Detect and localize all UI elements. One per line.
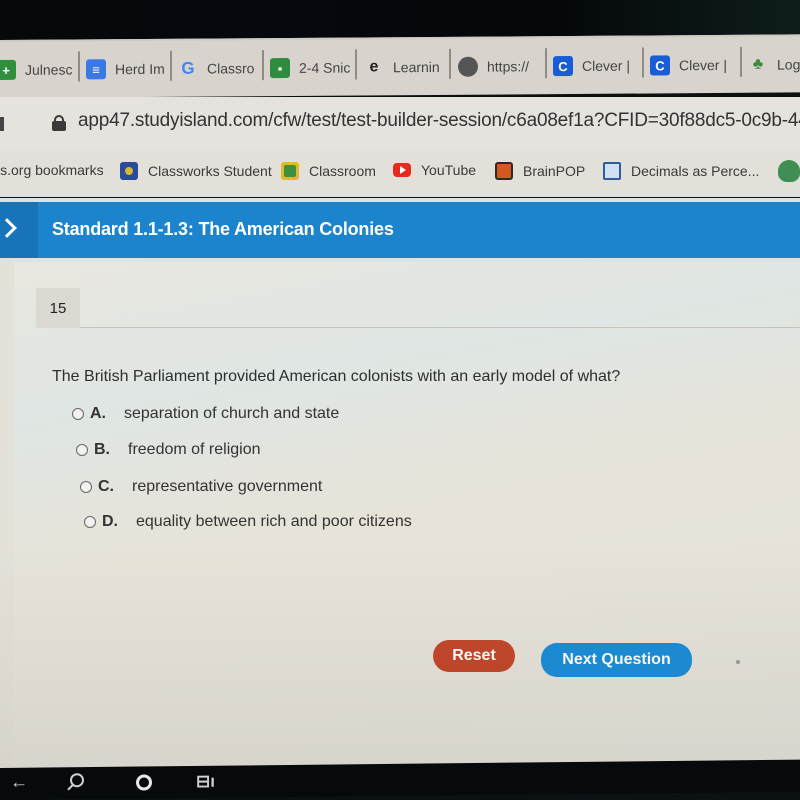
option-text: freedom of religion [128, 441, 261, 458]
radio-button[interactable] [80, 481, 92, 493]
option-text: separation of church and state [124, 405, 340, 422]
page-title: Standard 1.1-1.3: The American Colonies [52, 219, 394, 239]
tab-divider [170, 50, 172, 81]
url-text[interactable]: app47.studyisland.com/cfw/test/test-buil… [78, 110, 800, 132]
globe-icon [458, 56, 478, 77]
bookmark-brainpop[interactable]: BrainPOP [495, 162, 585, 180]
tab-clever-2[interactable]: C Clever | [650, 51, 736, 80]
tab-divider [740, 46, 742, 77]
bookmark-label: YouTube [421, 162, 477, 178]
bookmark-label: Classroom [309, 163, 376, 179]
tab-label: Log [777, 56, 800, 73]
question-text: The British Parliament provided American… [52, 368, 621, 385]
palm-tree-icon: ♣ [752, 55, 764, 73]
bookmark-decimals[interactable]: Decimals as Perce... [603, 162, 759, 180]
option-c[interactable]: C. representative government [80, 478, 322, 496]
search-icon[interactable] [70, 773, 84, 788]
address-bar[interactable]: app47.studyisland.com/cfw/test/test-buil… [0, 97, 800, 151]
tab-label: https:// [487, 58, 530, 75]
option-letter: A. [90, 405, 106, 422]
option-text: equality between rich and poor citizens [136, 513, 412, 530]
tab-https[interactable]: https:// [458, 52, 542, 81]
reload-icon[interactable] [0, 117, 4, 131]
question-panel: 15 The British Parliament provided Ameri… [14, 262, 800, 770]
option-a[interactable]: A. separation of church and state [72, 405, 339, 423]
tab-divider [262, 50, 264, 81]
bookmark-label: BrainPOP [523, 163, 586, 179]
sidebar-toggle-button[interactable] [0, 202, 38, 258]
google-docs-icon: ≡ [86, 59, 106, 80]
tab-julnesc[interactable]: + Julnesc [0, 55, 72, 84]
option-text: representative government [132, 478, 323, 495]
tab-divider [78, 51, 80, 82]
tab-classroom[interactable]: G Classro [178, 54, 256, 83]
tab-divider [449, 48, 451, 79]
frog-bookmark-icon[interactable] [778, 160, 800, 182]
classworks-icon [120, 162, 138, 180]
standard-header: Standard 1.1-1.3: The American Colonies [0, 202, 800, 258]
bookmark-youtube[interactable]: YouTube [393, 162, 476, 178]
bookmark-classworks[interactable]: Classworks Student [120, 162, 272, 180]
option-d[interactable]: D. equality between rich and poor citize… [84, 513, 412, 531]
bookmark-label: ls.org bookmarks [0, 162, 104, 178]
browser-tab-strip: + Julnesc ≡ Herd Im G Classro ▪ 2-4 Snic… [0, 34, 800, 98]
chevron-right-icon [0, 218, 17, 238]
sheets-plus-icon: + [0, 59, 16, 81]
tab-label: Clever | [582, 57, 630, 74]
radio-button[interactable] [76, 444, 88, 456]
tab-log[interactable]: ♣ Log [748, 50, 800, 78]
question-number: 15 [36, 288, 80, 328]
radio-button[interactable] [72, 408, 84, 420]
option-letter: C. [98, 478, 114, 495]
next-question-button[interactable]: Next Question [541, 643, 692, 677]
bookmarks-bar: ls.org bookmarks Classworks Student Clas… [0, 151, 800, 197]
back-arrow-icon[interactable]: ← [10, 772, 28, 793]
bookmark-classroom[interactable]: Classroom [281, 162, 376, 180]
clever-icon: C [553, 55, 573, 77]
radio-button[interactable] [84, 516, 96, 528]
screen-speck [736, 660, 740, 664]
youtube-icon [393, 163, 411, 177]
bookmark-label: Decimals as Perce... [631, 163, 760, 179]
book-icon [603, 162, 621, 180]
option-letter: B. [94, 441, 110, 458]
tab-herd[interactable]: ≡ Herd Im [86, 55, 164, 84]
tab-label: Learnin [393, 58, 440, 76]
lock-icon[interactable] [52, 115, 66, 131]
google-classroom-icon: ▪ [270, 57, 290, 79]
tab-divider [642, 47, 644, 78]
option-letter: D. [102, 513, 118, 530]
option-b[interactable]: B. freedom of religion [76, 441, 261, 459]
tab-learning[interactable]: e Learnin [364, 53, 442, 82]
tab-clever-1[interactable]: C Clever | [553, 52, 639, 81]
tab-label: Julnesc [25, 61, 72, 78]
question-number-row: 15 [36, 288, 800, 328]
tab-label: Herd Im [115, 60, 164, 78]
tab-snic[interactable]: ▪ 2-4 Snic [270, 54, 350, 83]
bookmark-folder[interactable]: ls.org bookmarks [0, 162, 104, 178]
clever-icon: C [650, 55, 670, 76]
google-icon: G [181, 58, 195, 78]
tab-label: Classro [207, 60, 255, 77]
page-content: Standard 1.1-1.3: The American Colonies … [0, 198, 800, 770]
tab-label: 2-4 Snic [299, 59, 350, 76]
reset-button[interactable]: Reset [433, 640, 515, 672]
google-classroom-icon [281, 162, 299, 180]
edge-e-icon: e [369, 58, 379, 76]
brainpop-icon [495, 162, 513, 180]
task-view-icon[interactable]: ⊟ı [196, 772, 215, 792]
tab-label: Clever | [679, 56, 727, 74]
tab-divider [355, 49, 357, 80]
bookmark-label: Classworks Student [148, 163, 272, 179]
cortana-icon[interactable] [136, 774, 152, 791]
tab-divider [545, 48, 547, 79]
